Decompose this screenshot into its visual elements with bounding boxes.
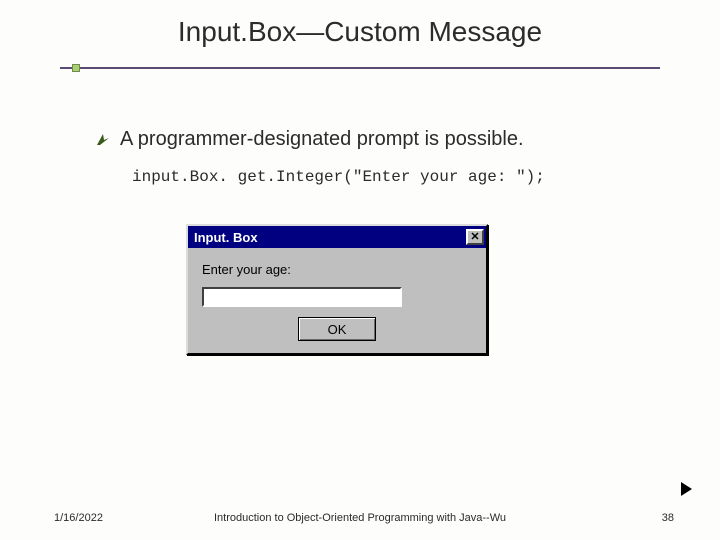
bullet-item: A programmer-designated prompt is possib… bbox=[96, 128, 656, 151]
next-arrow-icon[interactable] bbox=[681, 482, 692, 496]
code-line: input.Box. get.Integer("Enter your age: … bbox=[132, 168, 545, 186]
dialog-button-row: OK bbox=[202, 317, 472, 341]
dialog-title: Input. Box bbox=[194, 230, 258, 245]
dialog-text-input[interactable] bbox=[202, 287, 402, 307]
dialog-body: Enter your age: OK bbox=[188, 248, 486, 353]
rule-line bbox=[60, 67, 660, 69]
close-button[interactable]: ✕ bbox=[466, 229, 484, 245]
ok-button[interactable]: OK bbox=[298, 317, 376, 341]
dialog-prompt-label: Enter your age: bbox=[202, 262, 472, 277]
dialog-titlebar[interactable]: Input. Box ✕ bbox=[188, 226, 486, 248]
inputbox-dialog: Input. Box ✕ Enter your age: OK bbox=[186, 224, 488, 355]
rule-accent-box bbox=[72, 64, 80, 72]
slide: Input.Box—Custom Message A programmer-de… bbox=[0, 0, 720, 540]
footer-page-number: 38 bbox=[662, 512, 674, 524]
bullet-icon bbox=[96, 132, 110, 150]
bullet-text: A programmer-designated prompt is possib… bbox=[120, 128, 524, 151]
title-rule bbox=[60, 64, 660, 72]
slide-title: Input.Box—Custom Message bbox=[0, 16, 720, 48]
close-icon: ✕ bbox=[470, 232, 479, 243]
footer-course-title: Introduction to Object-Oriented Programm… bbox=[0, 512, 720, 524]
